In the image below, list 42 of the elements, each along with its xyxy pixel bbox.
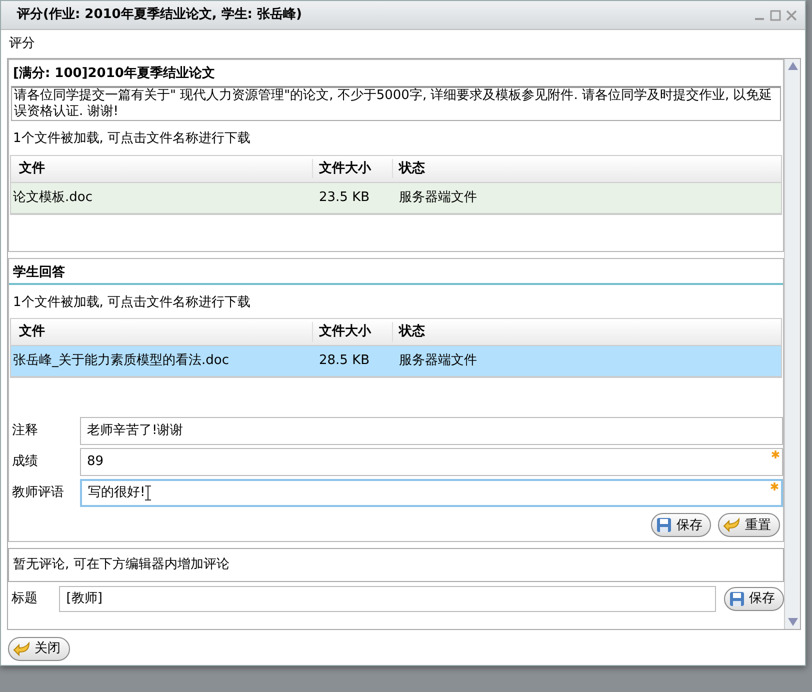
- column-header[interactable]: 状态: [393, 322, 781, 342]
- save-button[interactable]: 保存: [651, 513, 712, 538]
- field-label: 成绩: [12, 453, 39, 472]
- field-label: 标题: [11, 590, 38, 608]
- scrollbar[interactable]: [784, 59, 800, 629]
- text-cursor-icon: [145, 485, 152, 501]
- title-field[interactable]: [教师]: [59, 586, 716, 612]
- files-note: 1个文件被加载, 可点击文件名称进行下载: [13, 294, 251, 310]
- section-label: 评分: [9, 36, 35, 51]
- save-button[interactable]: 保存: [724, 586, 784, 610]
- table-cell: 23.5 KB: [319, 190, 370, 205]
- maximize-icon[interactable]: [770, 10, 781, 20]
- column-header[interactable]: 文件: [11, 322, 313, 342]
- panel-title: [满分: 100]2010年夏季结业论文: [13, 66, 215, 81]
- reset-button[interactable]: 关闭: [8, 636, 70, 660]
- table-cell: 28.5 KB: [319, 353, 370, 368]
- column-header[interactable]: 状态: [393, 158, 781, 178]
- required-asterisk-icon: [770, 482, 779, 491]
- input-field[interactable]: 89: [80, 448, 783, 476]
- input-field[interactable]: 老师辛苦了!谢谢: [80, 417, 783, 445]
- column-header[interactable]: 文件大小: [313, 158, 393, 178]
- table-cell: 服务器端文件: [399, 190, 477, 205]
- file-row[interactable]: 张岳峰_关于能力素质模型的看法.doc 28.5 KB 服务器端文件: [11, 346, 781, 377]
- column-header[interactable]: 文件: [11, 158, 313, 178]
- required-asterisk-icon: [771, 450, 780, 459]
- panel-title: 学生回答: [13, 264, 65, 280]
- files-note: 1个文件被加载, 可点击文件名称进行下载: [13, 131, 251, 146]
- file-row[interactable]: 论文模板.doc 23.5 KB 服务器端文件: [11, 182, 781, 214]
- close-icon[interactable]: [786, 10, 797, 20]
- description-text: 请各位同学提交一篇有关于" 现代人力资源管理"的论文, 不少于5000字, 详细要求及模板参见附件. 请各位同学及时提交作业, 以免延误资格认证. 谢谢!: [11, 86, 781, 121]
- empty-comments-note: 暂无评论, 可在下方编辑器内增加评论: [13, 556, 230, 572]
- field-label: 注释: [12, 422, 39, 440]
- file-name[interactable]: 张岳峰_关于能力素质模型的看法.doc: [13, 353, 229, 368]
- column-header[interactable]: 文件大小: [313, 322, 393, 342]
- input-field[interactable]: 写的很好!: [80, 479, 783, 507]
- curved-arrow-icon: [722, 517, 741, 534]
- field-label: 教师评语: [12, 484, 65, 502]
- file-name[interactable]: 论文模板.doc: [13, 190, 92, 205]
- curved-arrow-icon: [12, 640, 30, 656]
- table-cell: 服务器端文件: [399, 353, 477, 368]
- reset-button[interactable]: 重置: [718, 513, 780, 538]
- window-title: 评分(作业: 2010年夏季结业论文, 学生: 张岳峰): [17, 6, 302, 24]
